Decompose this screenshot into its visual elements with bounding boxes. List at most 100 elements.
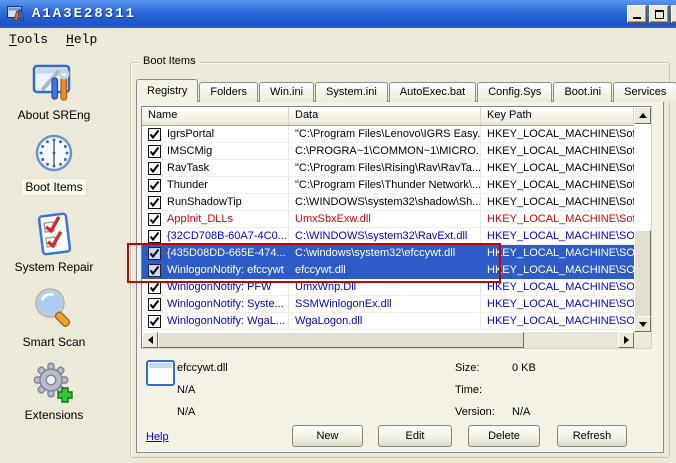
sidebar-item-smart-scan[interactable]: Smart Scan <box>2 285 106 350</box>
repair-icon <box>2 210 106 257</box>
cell-name: Thunder <box>142 177 289 194</box>
sidebar-item-label: Extensions <box>22 407 87 423</box>
entry-name: RunShadowTip <box>167 194 242 210</box>
edit-button[interactable]: Edit <box>378 425 452 447</box>
cell-key-path: HKEY_LOCAL_MACHINE\Sof <box>481 126 634 143</box>
tab-system-ini[interactable]: System.ini <box>315 82 388 102</box>
cell-name: WinlogonNotify: Syste... <box>142 296 289 313</box>
table-row[interactable]: IMSCMigC:\PROGRA~1\COMMON~1\MICRO...HKEY… <box>142 143 634 160</box>
sidebar-item-system-repair[interactable]: System Repair <box>2 210 106 275</box>
row-checkbox[interactable] <box>148 128 161 141</box>
cell-data: UmxWnp.Dll <box>289 279 481 296</box>
new-button[interactable]: New <box>292 425 363 447</box>
window-title: A1A3E28311 <box>32 6 136 22</box>
scroll-down-button[interactable] <box>634 316 651 332</box>
row-checkbox[interactable] <box>148 213 161 226</box>
sidebar-item-extensions[interactable]: Extensions <box>2 358 106 423</box>
tab-boot-ini[interactable]: Boot.ini <box>553 82 612 102</box>
table-body: IgrsPortal"C:\Program Files\Lenovo\IGRS … <box>142 126 634 332</box>
cell-key-path: HKEY_LOCAL_MACHINE\Sof <box>481 160 634 177</box>
minimize-button[interactable] <box>627 5 647 23</box>
menu-tools[interactable]: Tools <box>0 28 57 50</box>
scroll-left-button[interactable] <box>142 332 158 348</box>
refresh-button[interactable]: Refresh <box>557 425 627 447</box>
table-row[interactable]: WinlogonNotify: Syste...SSMWinlogonEx.dl… <box>142 296 634 313</box>
table-row[interactable]: WinlogonNotify: WgaL...WgaLogon.dllHKEY_… <box>142 313 634 330</box>
row-checkbox[interactable] <box>148 264 161 277</box>
row-checkbox[interactable] <box>148 145 161 158</box>
detail-line3: N/A <box>177 406 195 418</box>
groupbox-title: Boot Items <box>139 55 200 67</box>
row-checkbox[interactable] <box>148 315 161 328</box>
tab-services[interactable]: Services <box>613 82 676 102</box>
cell-key-path: HKEY_LOCAL_MACHINE\SO <box>481 279 634 296</box>
sidebar-item-boot-items[interactable]: Boot Items <box>2 130 106 195</box>
sidebar-item-label: About SREng <box>15 107 94 123</box>
cell-name: WinlogonNotify: PFW <box>142 279 289 296</box>
vertical-scrollbar[interactable] <box>634 107 651 332</box>
delete-button[interactable]: Delete <box>468 425 540 447</box>
row-checkbox[interactable] <box>148 162 161 175</box>
size-label: Size: <box>455 362 479 374</box>
column-header-key-path[interactable]: Key Path <box>481 107 634 126</box>
detail-line2: N/A <box>177 384 195 396</box>
sidebar: About SREng Boot Items System Repair Smart … <box>0 52 126 463</box>
table-header: NameDataKey Path <box>142 107 634 126</box>
entry-name: IMSCMig <box>167 143 212 159</box>
vertical-scroll-thumb[interactable] <box>634 230 651 317</box>
table-row[interactable]: Thunder"C:\Program Files\Thunder Network… <box>142 177 634 194</box>
size-value: 0 KB <box>512 362 536 374</box>
row-checkbox[interactable] <box>148 179 161 192</box>
sidebar-item-label: System Repair <box>12 259 97 275</box>
table-row[interactable]: {32CD708B-60A7-4C0...C:\WINDOWS\system32… <box>142 228 634 245</box>
scan-icon <box>2 285 106 332</box>
menu-help[interactable]: Help <box>57 28 106 50</box>
table-row[interactable]: WinlogonNotify: efccywtefccywt.dllHKEY_L… <box>142 262 634 279</box>
horizontal-scrollbar[interactable] <box>142 332 634 348</box>
scrollbar-corner <box>634 332 651 348</box>
entry-name: Thunder <box>167 177 208 193</box>
row-checkbox[interactable] <box>148 298 161 311</box>
entry-name: WinlogonNotify: PFW <box>167 279 272 295</box>
tab-config-sys[interactable]: Config.Sys <box>477 82 552 102</box>
help-link[interactable]: Help <box>146 431 169 443</box>
scroll-up-button[interactable] <box>634 107 651 124</box>
gear-icon <box>2 358 106 405</box>
table-row[interactable]: RunShadowTipC:\WINDOWS\system32\shadow\S… <box>142 194 634 211</box>
tab-folders[interactable]: Folders <box>199 82 258 102</box>
cell-name: {32CD708B-60A7-4C0... <box>142 228 289 245</box>
cell-data: UmxSbxExw.dll <box>289 211 481 228</box>
maximize-button[interactable] <box>649 5 669 23</box>
row-checkbox[interactable] <box>148 281 161 294</box>
cell-name: IgrsPortal <box>142 126 289 143</box>
column-header-name[interactable]: Name <box>142 107 289 126</box>
cell-key-path: HKEY_LOCAL_MACHINE\SO <box>481 296 634 313</box>
table-row[interactable]: IgrsPortal"C:\Program Files\Lenovo\IGRS … <box>142 126 634 143</box>
table-row[interactable]: WinlogonNotify: PFW UmxWnp.DllHKEY_LOCAL_… <box>142 279 634 296</box>
sidebar-item-about-sreng[interactable]: About SREng <box>2 58 106 123</box>
table-row[interactable]: RavTask"C:\Program Files\Rising\Rav\RavT… <box>142 160 634 177</box>
cell-data: C:\windows\system32\efccywt.dll <box>289 245 481 262</box>
horizontal-scroll-thumb[interactable] <box>158 332 524 348</box>
cell-name: AppInit_DLLs <box>142 211 289 228</box>
table-row[interactable]: AppInit_DLLsUmxSbxExw.dllHKEY_LOCAL_MACH… <box>142 211 634 228</box>
tab-registry[interactable]: Registry <box>136 79 198 102</box>
cell-data: C:\PROGRA~1\COMMON~1\MICRO... <box>289 143 481 160</box>
column-header-data[interactable]: Data <box>289 107 481 126</box>
version-label: Version: <box>455 406 495 418</box>
entry-name: WinlogonNotify: efccywt <box>167 262 284 278</box>
arrow-left-icon <box>148 336 153 344</box>
table-row[interactable]: {435D08DD-665E-474...C:\windows\system32… <box>142 245 634 262</box>
app-icon <box>7 6 25 22</box>
entry-name: WinlogonNotify: Syste... <box>167 296 284 312</box>
arrow-down-icon <box>639 322 647 327</box>
row-checkbox[interactable] <box>148 230 161 243</box>
cell-name: WinlogonNotify: efccywt <box>142 262 289 279</box>
row-checkbox[interactable] <box>148 247 161 260</box>
tab-win-ini[interactable]: Win.ini <box>259 82 314 102</box>
row-checkbox[interactable] <box>148 196 161 209</box>
scroll-right-button[interactable] <box>618 332 634 348</box>
close-button[interactable]: × <box>671 5 676 23</box>
tab-autoexec-bat[interactable]: AutoExec.bat <box>389 82 476 102</box>
cell-name: WinlogonNotify: WgaL... <box>142 313 289 330</box>
